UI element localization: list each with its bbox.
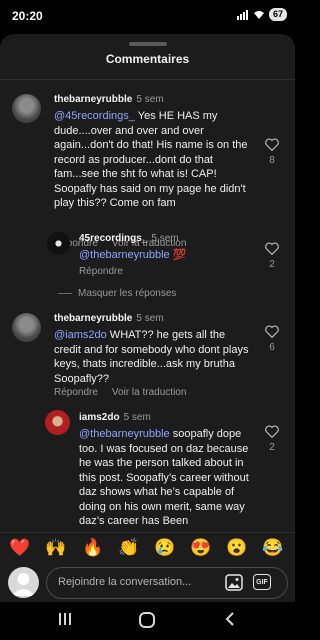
emoji-cry[interactable]: 😢	[154, 537, 176, 559]
status-time: 20:20	[12, 9, 43, 23]
comment-username[interactable]: 45recordings_	[79, 233, 147, 244]
drag-handle[interactable]	[129, 42, 167, 46]
heart-icon	[265, 138, 279, 151]
mention-link[interactable]: @45recordings_	[54, 110, 135, 122]
comment-time: 5 sem	[136, 313, 164, 324]
mention-link[interactable]: @thebarneyrubble	[79, 428, 170, 440]
recent-apps-icon	[59, 613, 71, 625]
comment-username[interactable]: thebarneyrubble	[54, 313, 132, 324]
comment-input-placeholder: Rejoindre la conversation...	[58, 576, 192, 588]
heart-icon	[265, 425, 279, 438]
emoji-bar: ❤️ 🙌 🔥 👏 😢 😍 😮 😂	[0, 532, 295, 563]
emoji-heart[interactable]: ❤️	[9, 537, 31, 559]
comment-header: thebarneyrubble 5 sem	[54, 94, 164, 105]
like-button[interactable]: 2	[260, 425, 284, 453]
status-icons: 67	[236, 8, 287, 21]
avatar[interactable]	[45, 410, 70, 435]
image-button[interactable]	[225, 574, 243, 596]
comment-text: @thebarneyrubble soopafly dope too. I wa…	[79, 427, 251, 529]
heart-icon	[265, 242, 279, 255]
emoji-fire[interactable]: 🔥	[82, 537, 104, 559]
back-icon	[225, 612, 234, 626]
my-avatar[interactable]	[8, 567, 39, 598]
system-nav-bar	[0, 602, 295, 640]
user-icon	[12, 573, 35, 596]
like-count: 6	[269, 342, 275, 353]
comment-time: 5 sem	[151, 233, 179, 244]
comment-body: 💯	[169, 249, 187, 261]
avatar[interactable]	[12, 94, 41, 123]
reply-button[interactable]: Répondre	[54, 387, 98, 398]
comment-input[interactable]: Rejoindre la conversation... GIF	[46, 567, 288, 599]
mention-link[interactable]: @iams2do	[54, 329, 107, 341]
avatar[interactable]	[12, 313, 41, 342]
comment-text: @thebarneyrubble 💯	[79, 248, 249, 263]
heart-icon	[265, 325, 279, 338]
comment-username[interactable]: thebarneyrubble	[54, 94, 132, 105]
comment-text: @iams2do WHAT?? he gets all the credit a…	[54, 328, 254, 386]
hide-replies-label: Masquer les réponses	[78, 288, 177, 299]
like-button[interactable]: 6	[260, 325, 284, 353]
battery-level: 67	[268, 8, 287, 21]
comment-text: @45recordings_ Yes HE HAS my dude....ove…	[54, 109, 254, 211]
emoji-laugh[interactable]: 😂	[262, 537, 284, 559]
image-icon	[225, 574, 243, 591]
emoji-raised-hands[interactable]: 🙌	[45, 537, 67, 559]
like-button[interactable]: 2	[260, 242, 284, 270]
status-bar: 20:20 67	[0, 0, 295, 34]
comment-body: soopafly dope too. I was focused on daz …	[79, 428, 249, 527]
emoji-surprised[interactable]: 😮	[226, 537, 248, 559]
comment-body: Yes HE HAS my dude....over and over and …	[54, 110, 248, 209]
like-button[interactable]: 8	[260, 138, 284, 166]
back-button[interactable]	[224, 612, 236, 631]
gif-button[interactable]: GIF	[253, 574, 271, 590]
comment-time: 5 sem	[136, 94, 164, 105]
like-count: 8	[269, 155, 275, 166]
avatar[interactable]	[47, 232, 70, 255]
recent-apps-button[interactable]	[58, 612, 72, 631]
comment-input-row: Rejoindre la conversation... GIF	[0, 562, 295, 602]
comment-username[interactable]: iams2do	[79, 412, 120, 423]
emoji-clap[interactable]: 👏	[118, 537, 140, 559]
divider	[0, 79, 295, 80]
home-button[interactable]	[139, 612, 155, 633]
comment-actions: Répondre	[79, 266, 137, 277]
hide-replies-button[interactable]: Masquer les réponses	[58, 288, 176, 299]
mention-link[interactable]: @thebarneyrubble	[79, 249, 170, 261]
translate-button[interactable]: Voir la traduction	[112, 387, 187, 398]
comment-actions: Répondre Voir la traduction	[54, 387, 200, 398]
comment-header: thebarneyrubble 5 sem	[54, 313, 164, 324]
comment-header: 45recordings_ 5 sem	[79, 233, 179, 244]
home-icon	[139, 612, 155, 628]
comment-header: iams2do 5 sem	[79, 412, 151, 423]
divider	[58, 293, 72, 294]
comment-time: 5 sem	[123, 412, 151, 423]
reply-button[interactable]: Répondre	[79, 266, 123, 277]
cellular-icon	[236, 9, 248, 20]
wifi-icon	[253, 10, 264, 19]
like-count: 2	[269, 442, 275, 453]
like-count: 2	[269, 259, 275, 270]
emoji-heart-eyes[interactable]: 😍	[190, 537, 212, 559]
reply-comment: iams2do 5 sem @thebarneyrubble soopafly d…	[0, 408, 295, 532]
sheet-title: Commentaires	[105, 52, 190, 66]
